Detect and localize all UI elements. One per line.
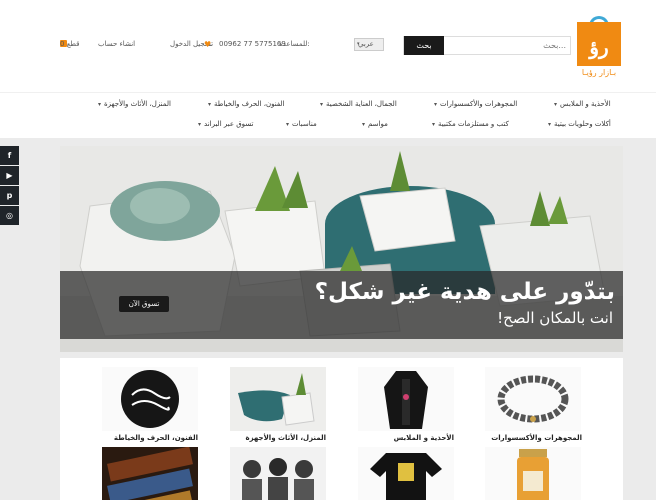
facebook-icon[interactable]: f xyxy=(0,146,19,165)
category-image-home[interactable] xyxy=(230,367,326,431)
category-image-food[interactable] xyxy=(485,447,581,500)
nav-label: الأحذية و الملابس xyxy=(560,100,611,108)
sweatshirt-image xyxy=(358,447,454,500)
instagram-icon[interactable]: ◎ xyxy=(0,206,19,225)
category-image-jewelry[interactable] xyxy=(485,367,581,431)
category-image-arts[interactable] xyxy=(102,367,198,431)
nav-label: مناسبات xyxy=(292,120,317,128)
bracelet-image xyxy=(485,367,581,431)
nav-label: الفنون، الحرف والخياطة xyxy=(214,100,285,108)
nav-label: كتب و مستلزمات مكتبية xyxy=(438,120,509,128)
search-input[interactable] xyxy=(444,37,570,54)
nav-item-jewelry[interactable]: ▾ المجوهرات والأكسسوارات xyxy=(434,99,517,109)
chevron-down-icon: ▾ xyxy=(554,101,558,108)
nav-item-shoes-clothes[interactable]: ▾ الأحذية و الملابس xyxy=(554,99,611,109)
nav-item-homemade-food[interactable]: ▾ أكلات وحلويات بيتية xyxy=(548,119,611,129)
nav-label: المنزل، الأثاث والأجهزة xyxy=(104,100,171,108)
chevron-down-icon: ▾ xyxy=(434,101,438,108)
pinterest-icon[interactable]: p xyxy=(0,186,19,205)
chevron-down-icon: ▾ xyxy=(286,121,290,128)
nav-item-seasons[interactable]: ▾ مواسم xyxy=(362,119,388,129)
nav-label: تسوق عبر البراند xyxy=(204,120,254,128)
people-photo-image xyxy=(230,447,326,500)
register-link[interactable]: انشاء حساب xyxy=(98,40,135,48)
logo-text: بـازار رؤيـا xyxy=(581,68,617,77)
nav-item-arts[interactable]: ▾ الفنون، الحرف والخياطة xyxy=(208,99,284,109)
chevron-down-icon: ▾ xyxy=(548,121,552,128)
logo-glyph: رؤ xyxy=(589,35,609,59)
category-label-clothes[interactable]: الأحذية و الملابس xyxy=(358,434,454,442)
category-image-sweatshirt[interactable] xyxy=(358,447,454,500)
nav-label: مواسم xyxy=(368,120,388,128)
main-nav: ▾ الأحذية و الملابس ▾ المجوهرات والأكسسوار… xyxy=(0,92,656,138)
language-value: عربي xyxy=(358,40,374,48)
planter-image xyxy=(230,367,326,431)
chevron-down-icon: ▾ xyxy=(208,101,212,108)
search-bar: بحث xyxy=(403,36,571,55)
shop-now-button[interactable]: تسوق الآن xyxy=(119,296,169,312)
category-image-brands[interactable] xyxy=(230,447,326,500)
cart-count: 0 قطع xyxy=(60,40,80,48)
nav-item-brands[interactable]: ▾ تسوق عبر البراند xyxy=(198,119,253,129)
category-label-arts[interactable]: الفنون، الحرف والخياطة xyxy=(100,434,198,442)
nav-label: الجمال، العناية الشخصية xyxy=(326,100,397,108)
nav-label: أكلات وحلويات بيتية xyxy=(554,120,611,128)
category-image-crafts[interactable] xyxy=(102,447,198,500)
site-header: رؤ بـازار رؤيـا بحث عربي ▾ 0 قطع انشاء ح… xyxy=(0,0,656,92)
chevron-down-icon: ▾ xyxy=(98,101,102,108)
hero-banner[interactable]: بتدّور على هدية غير شكل؟ انت بالمكان الص… xyxy=(60,146,623,352)
category-label-jewelry[interactable]: المجوهرات والأكسسوارات xyxy=(486,434,582,442)
nav-item-home[interactable]: ▾ المنزل، الأثاث والأجهزة xyxy=(98,99,171,109)
categories-section: المجوهرات والأكسسوارات الأحذية و الملابس… xyxy=(60,358,623,500)
artwork-plate-image xyxy=(102,367,198,431)
language-select[interactable]: عربي ▾ xyxy=(354,38,384,51)
chevron-down-icon: ▾ xyxy=(432,121,436,128)
help-label: للمساعدة: xyxy=(279,40,310,48)
chevron-down-icon: ▾ xyxy=(357,41,360,47)
chevron-down-icon: ▾ xyxy=(362,121,366,128)
hero-title: بتدّور على هدية غير شكل؟ xyxy=(314,279,615,305)
nav-item-occasions[interactable]: ▾ مناسبات xyxy=(286,119,317,129)
youtube-icon[interactable]: ▶ xyxy=(0,166,19,185)
abaya-image xyxy=(358,367,454,431)
nav-item-beauty[interactable]: ▾ الجمال، العناية الشخصية xyxy=(320,99,397,109)
site-logo[interactable]: رؤ بـازار رؤيـا xyxy=(575,16,623,80)
nav-item-books[interactable]: ▾ كتب و مستلزمات مكتبية xyxy=(432,119,509,129)
heart-icon[interactable]: ♥ xyxy=(204,40,211,49)
chevron-down-icon: ▾ xyxy=(198,121,202,128)
chevron-down-icon: ▾ xyxy=(320,101,324,108)
search-button[interactable]: بحث xyxy=(404,36,444,55)
embroidery-image xyxy=(102,447,198,500)
hero-subtitle: انت بالمكان الصح! xyxy=(497,309,613,327)
nav-label: المجوهرات والأكسسوارات xyxy=(440,100,518,108)
phone-number: 00962 77 5775169 xyxy=(219,40,286,48)
category-label-home[interactable]: المنزل، الأثاث والأجهزة xyxy=(230,434,326,442)
jar-image xyxy=(485,447,581,500)
category-image-clothes[interactable] xyxy=(358,367,454,431)
